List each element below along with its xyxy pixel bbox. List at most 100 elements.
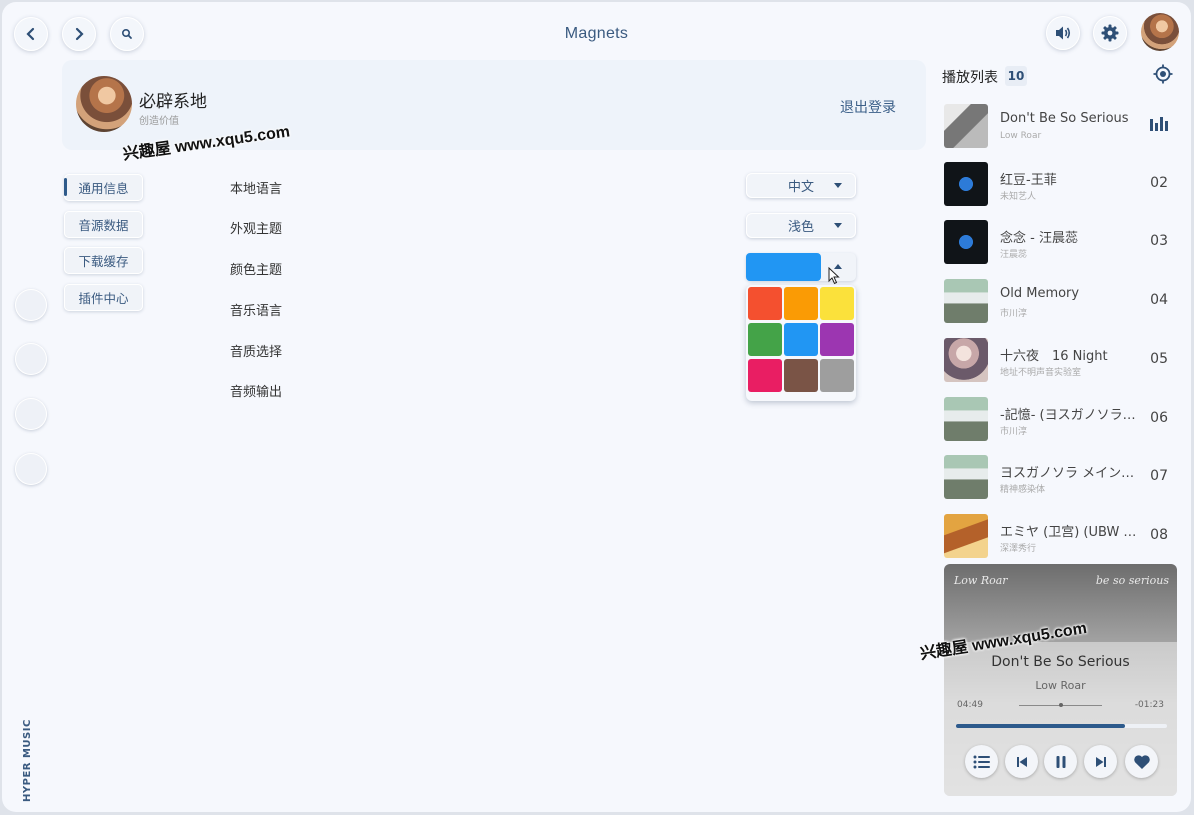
menu-label: 插件中心 xyxy=(78,291,129,306)
swatch-brown[interactable] xyxy=(784,359,818,392)
track-artist: 市川淳 xyxy=(1000,309,1028,319)
now-playing-card: Low Roar be so serious Don't Be So Serio… xyxy=(944,564,1177,796)
swatch-pink[interactable] xyxy=(748,359,782,392)
track-title: Don't Be So Serious xyxy=(1000,111,1129,126)
track-number: 02 xyxy=(1150,175,1168,191)
caret-down-icon xyxy=(834,223,842,228)
heart-icon xyxy=(1133,754,1150,769)
quality-label: 音质选择 xyxy=(230,345,283,360)
music-language-label: 音乐语言 xyxy=(230,304,283,319)
playlist-track-row[interactable]: ヨスガノソラ メイン… 精神感染体 07 xyxy=(944,454,1180,500)
remaining-time: -01:23 xyxy=(1134,700,1164,710)
mouse-cursor-icon xyxy=(828,267,840,285)
skip-previous-icon xyxy=(1016,756,1027,767)
menu-sources[interactable]: 音源数据 xyxy=(64,211,143,238)
playlist-track-row[interactable]: -記憶- (ヨスガノソラ… 市川淳 06 xyxy=(944,396,1180,442)
album-cover xyxy=(944,162,988,206)
album-art-text-left: Low Roar xyxy=(954,574,1008,587)
next-button[interactable] xyxy=(1084,745,1117,778)
playlist-track-row[interactable]: Old Memory 市川淳 04 xyxy=(944,278,1180,324)
mini-scrubber[interactable] xyxy=(1019,703,1102,707)
rail-button-2[interactable] xyxy=(15,343,47,375)
swatch-grey[interactable] xyxy=(820,359,854,392)
swatch-blue[interactable] xyxy=(784,323,818,356)
track-title: Old Memory xyxy=(1000,286,1080,301)
swatch-orange[interactable] xyxy=(784,287,818,320)
playlist-track-row[interactable]: 十六夜 16 Night 地址不明声音实验室 05 xyxy=(944,337,1180,383)
swatch-green[interactable] xyxy=(748,323,782,356)
playlist-track-row[interactable]: エミヤ (卫宫) (UBW … 深澤秀行 08 xyxy=(944,513,1180,559)
rail-button-1[interactable] xyxy=(15,289,47,321)
playlist-track-row[interactable]: 念念 - 汪晨蕊汪晨蕊 03 xyxy=(944,219,1180,265)
progress-bar[interactable] xyxy=(956,724,1167,728)
track-number: 08 xyxy=(1150,527,1168,543)
track-artist: 汪晨蕊 xyxy=(1000,250,1028,260)
track-title: 红豆-王菲 xyxy=(1000,173,1057,188)
track-title: エミヤ (卫宫) (UBW … xyxy=(1000,525,1137,540)
playlist-toggle-button[interactable] xyxy=(965,745,998,778)
elapsed-time: 04:49 xyxy=(957,700,983,710)
skip-next-icon xyxy=(1095,756,1106,767)
track-artist: 市川淳 xyxy=(1000,427,1028,437)
track-number: 04 xyxy=(1150,292,1168,308)
user-subtitle: 创造价值 xyxy=(139,116,179,127)
current-color-swatch xyxy=(746,253,821,281)
track-artist: 地址不明声音实验室 xyxy=(1000,368,1082,378)
header-avatar[interactable] xyxy=(1141,13,1179,51)
track-title: -記憶- (ヨスガノソラ… xyxy=(1000,408,1136,423)
track-artist: Low Roar xyxy=(1000,131,1042,141)
album-cover xyxy=(944,514,988,558)
track-artist: 深澤秀行 xyxy=(1000,544,1037,554)
player-title: Don't Be So Serious xyxy=(991,654,1130,670)
track-number: 03 xyxy=(1150,233,1168,249)
local-language-label: 本地语言 xyxy=(230,182,283,197)
menu-download-cache[interactable]: 下载缓存 xyxy=(64,247,143,274)
album-cover xyxy=(944,279,988,323)
track-number: 07 xyxy=(1150,468,1168,484)
album-cover xyxy=(944,104,988,148)
menu-label: 下载缓存 xyxy=(78,254,129,269)
playlist-track-row[interactable]: 红豆-王菲 未知艺人 02 xyxy=(944,161,1180,207)
album-cover xyxy=(944,220,988,264)
album-cover xyxy=(944,455,988,499)
track-title: 念念 - 汪晨蕊 xyxy=(1000,231,1078,246)
gear-icon xyxy=(1101,24,1119,42)
previous-button[interactable] xyxy=(1005,745,1038,778)
list-icon xyxy=(973,755,990,768)
album-cover xyxy=(944,397,988,441)
color-theme-label: 颜色主题 xyxy=(230,263,283,278)
menu-plugins[interactable]: 插件中心 xyxy=(64,284,143,311)
track-number: 05 xyxy=(1150,351,1168,367)
volume-icon xyxy=(1056,26,1071,40)
equalizer-icon xyxy=(1150,117,1168,131)
track-number: 06 xyxy=(1150,410,1168,426)
select-value: 中文 xyxy=(787,180,814,195)
playlist-count-badge: 10 xyxy=(1005,66,1027,86)
track-title: 十六夜 16 Night xyxy=(1000,349,1108,364)
playlist-title: 播放列表 xyxy=(942,70,998,86)
menu-general[interactable]: 通用信息 xyxy=(64,174,143,201)
swatch-yellow[interactable] xyxy=(820,287,854,320)
rail-button-3[interactable] xyxy=(15,398,47,430)
favorite-button[interactable] xyxy=(1125,745,1158,778)
album-art-text-right: be so serious xyxy=(1095,574,1169,587)
page-title: Magnets xyxy=(564,25,629,42)
output-label: 音频输出 xyxy=(230,385,283,400)
app-window: Magnets 必辟系地 创造价值 退出登录 兴趣屋 www.xqu5.com … xyxy=(2,2,1191,812)
appearance-select[interactable]: 浅色 xyxy=(746,213,856,238)
local-language-select[interactable]: 中文 xyxy=(746,173,856,198)
rail-button-4[interactable] xyxy=(15,453,47,485)
caret-down-icon xyxy=(834,183,842,188)
player-artist: Low Roar xyxy=(1035,679,1086,692)
color-palette xyxy=(746,285,856,401)
locate-icon[interactable] xyxy=(1153,64,1173,84)
playlist-track-row[interactable]: Don't Be So Serious Low Roar xyxy=(944,103,1180,149)
logout-button[interactable]: 退出登录 xyxy=(840,97,896,117)
pause-button[interactable] xyxy=(1044,745,1077,778)
pause-icon xyxy=(1056,755,1065,768)
swatch-purple[interactable] xyxy=(820,323,854,356)
volume-button[interactable] xyxy=(1046,16,1080,50)
user-avatar xyxy=(76,76,132,132)
swatch-red[interactable] xyxy=(748,287,782,320)
settings-button[interactable] xyxy=(1093,16,1127,50)
